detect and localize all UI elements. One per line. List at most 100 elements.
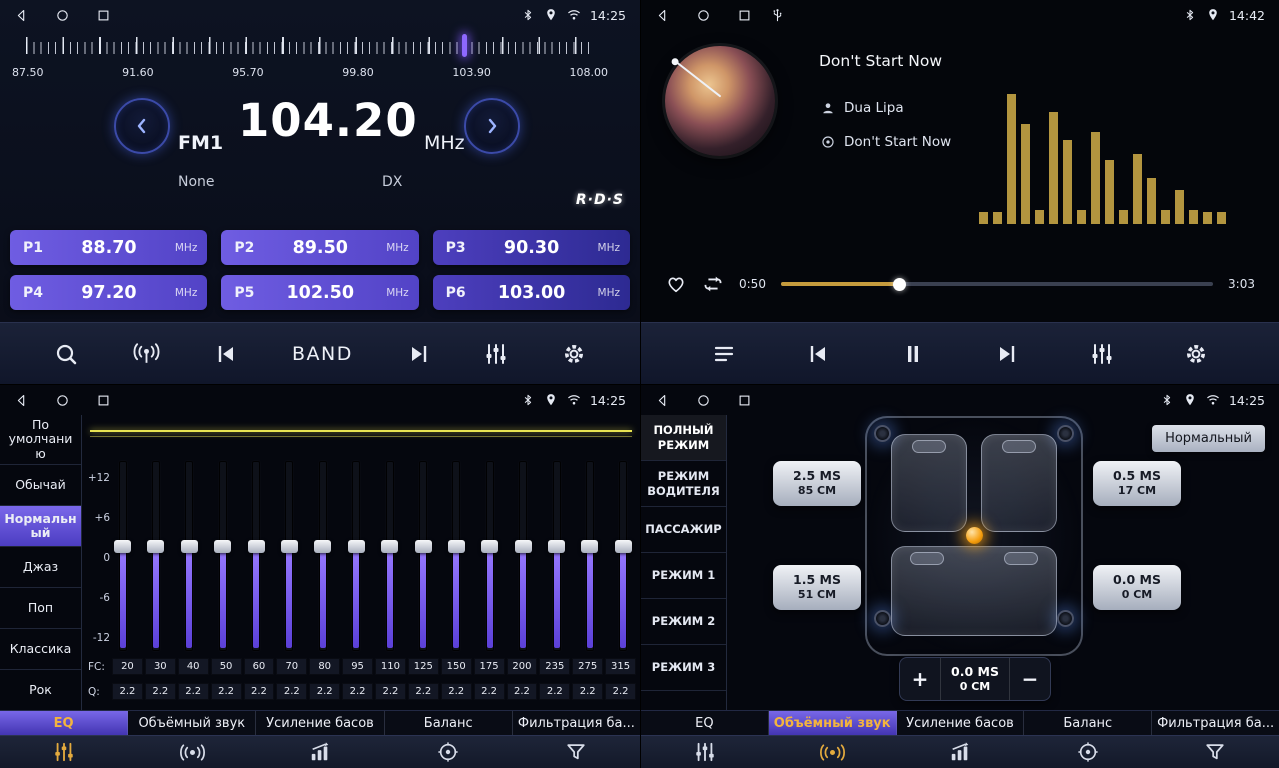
eq-band-slider[interactable] xyxy=(548,461,565,651)
audio-tab[interactable]: Баланс xyxy=(1024,711,1152,735)
eq-band-slider[interactable] xyxy=(381,461,398,651)
radio-preset-button[interactable]: P5 102.50 MHz xyxy=(221,275,418,310)
eq-band-slider[interactable] xyxy=(147,461,164,651)
radio-preset-button[interactable]: P3 90.30 MHz xyxy=(433,230,630,265)
eq-preset-item[interactable]: Классика xyxy=(0,629,81,670)
speaker-rear-right-icon[interactable] xyxy=(1057,610,1074,627)
frequency-ruler[interactable]: 87.5091.6095.7099.80103.90108.00 xyxy=(12,34,628,92)
audio-tab[interactable]: Фильтрация ба... xyxy=(1152,711,1279,735)
equalizer-tab-button[interactable] xyxy=(0,736,128,768)
nav-recents-button[interactable] xyxy=(737,393,752,408)
seek-up-button[interactable] xyxy=(464,98,520,154)
audio-tab[interactable]: Объёмный звук xyxy=(769,711,897,735)
audio-tab[interactable]: Фильтрация ба... xyxy=(513,711,640,735)
slider-handle[interactable] xyxy=(581,540,598,553)
eq-band-slider[interactable] xyxy=(114,461,131,651)
slider-handle[interactable] xyxy=(348,540,365,553)
listening-mode-item[interactable]: РЕЖИМ 1 xyxy=(641,553,726,599)
next-track-button[interactable] xyxy=(995,342,1019,366)
eq-preset-item[interactable]: Нормальный xyxy=(0,506,81,547)
radio-preset-button[interactable]: P6 103.00 MHz xyxy=(433,275,630,310)
eq-preset-item[interactable]: Рок xyxy=(0,670,81,710)
eq-band-slider[interactable] xyxy=(248,461,265,651)
settings-button[interactable] xyxy=(1184,342,1208,366)
pause-button[interactable] xyxy=(901,342,925,366)
seek-down-button[interactable] xyxy=(114,98,170,154)
audio-tab[interactable]: Объёмный звук xyxy=(128,711,256,735)
eq-band-slider[interactable] xyxy=(314,461,331,651)
equalizer-tab-button[interactable] xyxy=(641,736,769,768)
eq-preset-item[interactable]: Поп xyxy=(0,588,81,629)
eq-preset-item[interactable]: Джаз xyxy=(0,547,81,588)
listening-mode-item[interactable]: ПАССАЖИР xyxy=(641,507,726,553)
bass-boost-tab-button[interactable] xyxy=(256,736,384,768)
scan-button[interactable] xyxy=(54,342,78,366)
nav-home-button[interactable] xyxy=(55,8,70,23)
previous-track-button[interactable] xyxy=(806,342,830,366)
surround-tab-button[interactable] xyxy=(769,736,897,768)
previous-station-button[interactable] xyxy=(214,342,238,366)
speaker-front-right-icon[interactable] xyxy=(1057,425,1074,442)
listening-position-marker[interactable] xyxy=(966,527,983,544)
nav-home-button[interactable] xyxy=(696,393,711,408)
listening-mode-item[interactable]: РЕЖИМ ВОДИТЕЛЯ xyxy=(641,461,726,507)
eq-band-slider[interactable] xyxy=(281,461,298,651)
radio-preset-button[interactable]: P4 97.20 MHz xyxy=(10,275,207,310)
listening-mode-item[interactable]: РЕЖИМ 3 xyxy=(641,645,726,691)
filter-tab-button[interactable] xyxy=(512,736,640,768)
slider-handle[interactable] xyxy=(214,540,231,553)
equalizer-button[interactable] xyxy=(1090,342,1114,366)
radio-preset-button[interactable]: P2 89.50 MHz xyxy=(221,230,418,265)
broadcast-button[interactable] xyxy=(132,341,161,366)
slider-handle[interactable] xyxy=(314,540,331,553)
nav-back-button[interactable] xyxy=(14,393,29,408)
nav-recents-button[interactable] xyxy=(96,8,111,23)
listening-mode-item[interactable]: РЕЖИМ 2 xyxy=(641,599,726,645)
nav-back-button[interactable] xyxy=(655,393,670,408)
radio-preset-button[interactable]: P1 88.70 MHz xyxy=(10,230,207,265)
audio-tab[interactable]: EQ xyxy=(641,711,769,735)
slider-handle[interactable] xyxy=(615,540,632,553)
equalizer-button[interactable] xyxy=(484,342,508,366)
delay-rear-left-button[interactable]: 1.5 MS 51 CM xyxy=(773,565,861,610)
slider-handle[interactable] xyxy=(248,540,265,553)
eq-band-slider[interactable] xyxy=(348,461,365,651)
audio-tab[interactable]: Усиление басов xyxy=(897,711,1025,735)
speaker-front-left-icon[interactable] xyxy=(874,425,891,442)
increase-delay-button[interactable]: + xyxy=(900,667,940,691)
playlist-button[interactable] xyxy=(712,342,736,366)
eq-band-slider[interactable] xyxy=(181,461,198,651)
slider-handle[interactable] xyxy=(147,540,164,553)
eq-band-slider[interactable] xyxy=(415,461,432,651)
slider-handle[interactable] xyxy=(281,540,298,553)
bass-boost-tab-button[interactable] xyxy=(896,736,1024,768)
repeat-button[interactable] xyxy=(702,273,724,295)
eq-band-slider[interactable] xyxy=(214,461,231,651)
speaker-rear-left-icon[interactable] xyxy=(874,610,891,627)
eq-band-slider[interactable] xyxy=(448,461,465,651)
slider-handle[interactable] xyxy=(114,540,131,553)
delay-front-left-button[interactable]: 2.5 MS 85 CM xyxy=(773,461,861,506)
favorite-button[interactable] xyxy=(665,273,687,295)
listening-mode-item[interactable]: ПОЛНЫЙ РЕЖИМ xyxy=(641,415,726,461)
eq-band-slider[interactable] xyxy=(581,461,598,651)
delay-front-right-button[interactable]: 0.5 MS 17 CM xyxy=(1093,461,1181,506)
surround-tab-button[interactable] xyxy=(128,736,256,768)
eq-preset-item[interactable]: Обычай xyxy=(0,465,81,506)
nav-back-button[interactable] xyxy=(14,8,29,23)
slider-handle[interactable] xyxy=(548,540,565,553)
progress-bar[interactable] xyxy=(781,282,1213,286)
nav-recents-button[interactable] xyxy=(96,393,111,408)
balance-tab-button[interactable] xyxy=(1024,736,1152,768)
nav-home-button[interactable] xyxy=(696,8,711,23)
eq-band-slider[interactable] xyxy=(615,461,632,651)
balance-tab-button[interactable] xyxy=(384,736,512,768)
surround-preset-button[interactable]: Нормальный xyxy=(1152,425,1265,452)
settings-button[interactable] xyxy=(562,342,586,366)
decrease-delay-button[interactable]: − xyxy=(1010,667,1050,691)
slider-handle[interactable] xyxy=(515,540,532,553)
slider-handle[interactable] xyxy=(381,540,398,553)
audio-tab[interactable]: EQ xyxy=(0,711,128,735)
band-button[interactable]: BAND xyxy=(292,343,353,365)
eq-band-slider[interactable] xyxy=(515,461,532,651)
